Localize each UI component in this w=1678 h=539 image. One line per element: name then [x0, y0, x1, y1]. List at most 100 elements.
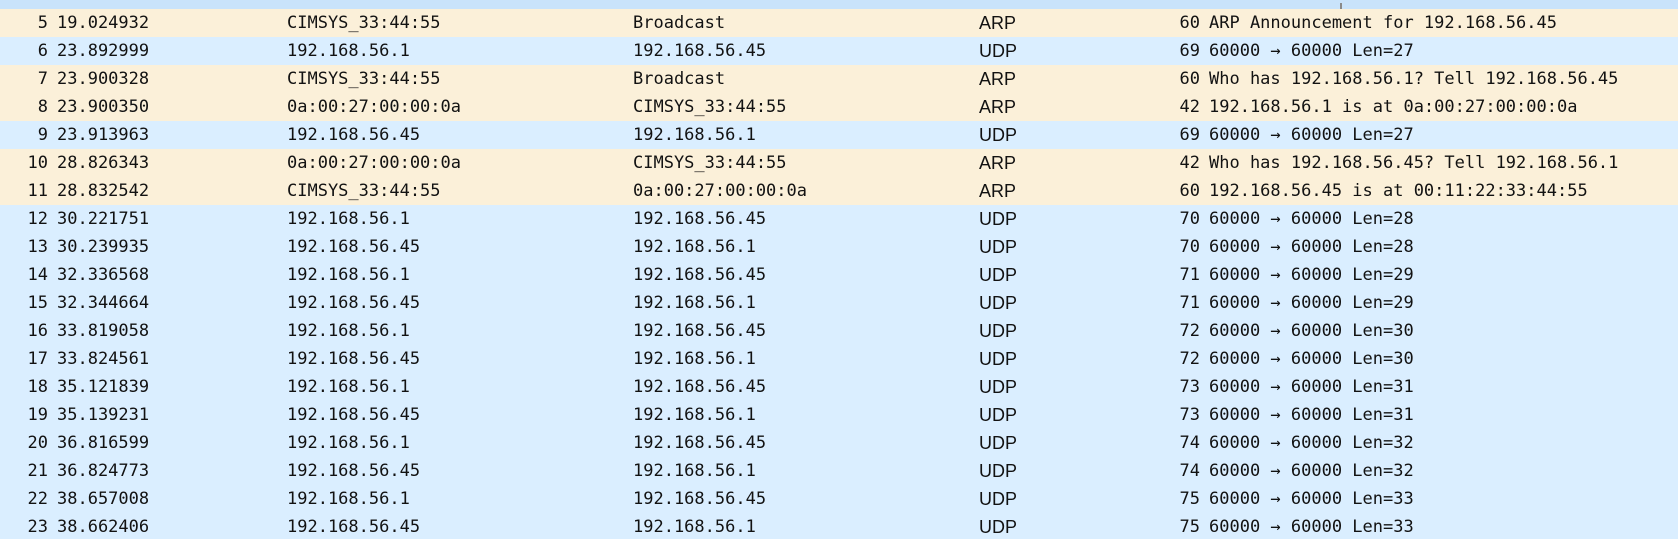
packet-protocol: UDP	[979, 405, 1018, 425]
packet-info: 60000 → 60000 Len=29	[1209, 293, 1414, 313]
packet-source: 192.168.56.45	[287, 125, 421, 145]
packet-protocol: UDP	[979, 321, 1018, 341]
packet-length: 70	[1179, 209, 1200, 229]
packet-row[interactable]: 23 38.662406 192.168.56.45 192.168.56.1 UDP 7…	[0, 513, 1678, 539]
packet-destination: 192.168.56.1	[633, 237, 756, 257]
packet-info: 192.168.56.45 is at 00:11:22:33:44:55	[1209, 181, 1588, 201]
packet-protocol: UDP	[979, 41, 1018, 61]
packet-time: 28.826343	[57, 153, 150, 173]
packet-number: 14	[27, 265, 48, 285]
packet-source: 192.168.56.1	[287, 377, 410, 397]
packet-number: 20	[27, 433, 48, 453]
packet-destination: 192.168.56.45	[633, 321, 767, 341]
packet-row[interactable]: 17 33.824561 192.168.56.45 192.168.56.1 UDP 7…	[0, 345, 1678, 373]
packet-number: 6	[37, 41, 48, 61]
packet-time: 23.900328	[57, 69, 150, 89]
packet-protocol: ARP	[979, 97, 1017, 117]
packet-row[interactable]: 7 23.900328 CIMSYS_33:44:55 Broadcast ARP 60 W…	[0, 65, 1678, 93]
packet-info: 60000 → 60000 Len=30	[1209, 321, 1414, 341]
packet-length: 60	[1179, 13, 1200, 33]
packet-row[interactable]: 10 28.826343 0a:00:27:00:00:0a CIMSYS_33:44…	[0, 149, 1678, 177]
packet-time: 35.139231	[57, 405, 150, 425]
packet-time: 28.832542	[57, 181, 150, 201]
packet-destination: 192.168.56.45	[633, 433, 767, 453]
packet-protocol: UDP	[979, 461, 1018, 481]
packet-row[interactable]: 18 35.121839 192.168.56.1 192.168.56.45 UDP 7…	[0, 373, 1678, 401]
packet-time: 38.657008	[57, 489, 150, 509]
packet-protocol: UDP	[979, 489, 1018, 509]
packet-destination: 192.168.56.45	[633, 41, 767, 61]
packet-row[interactable]: 9 23.913963 192.168.56.45 192.168.56.1 UDP 69…	[0, 121, 1678, 149]
packet-row[interactable]: 16 33.819058 192.168.56.1 192.168.56.45 UDP 7…	[0, 317, 1678, 345]
packet-number: 16	[27, 321, 48, 341]
packet-row[interactable]: 11 28.832542 CIMSYS_33:44:55 0a:00:27:00:00…	[0, 177, 1678, 205]
packet-source: 192.168.56.45	[287, 461, 421, 481]
packet-info: 60000 → 60000 Len=31	[1209, 377, 1414, 397]
packet-number: 11	[27, 181, 48, 201]
packet-length: 73	[1179, 405, 1200, 425]
packet-row[interactable]: 6 23.892999 192.168.56.1 192.168.56.45 UDP 69…	[0, 37, 1678, 65]
packet-destination: 192.168.56.45	[633, 377, 767, 397]
packet-row[interactable]: 8 23.900350 0a:00:27:00:00:0a CIMSYS_33:44:…	[0, 93, 1678, 121]
packet-time: 32.344664	[57, 293, 150, 313]
packet-protocol: UDP	[979, 125, 1018, 145]
packet-protocol: UDP	[979, 237, 1018, 257]
packet-source: 0a:00:27:00:00:0a	[287, 97, 461, 117]
packet-protocol: UDP	[979, 377, 1018, 397]
packet-row[interactable]: 5 19.024932 CIMSYS_33:44:55 Broadcast ARP 60 A…	[0, 9, 1678, 37]
packet-number: 12	[27, 209, 48, 229]
packet-row[interactable]: 20 36.816599 192.168.56.1 192.168.56.45 UDP 7…	[0, 429, 1678, 457]
packet-source: 192.168.56.45	[287, 293, 421, 313]
packet-time: 32.336568	[57, 265, 150, 285]
packet-info: 60000 → 60000 Len=27	[1209, 41, 1414, 61]
packet-time: 33.824561	[57, 349, 150, 369]
packet-length: 72	[1179, 321, 1200, 341]
packet-destination: 192.168.56.1	[633, 405, 756, 425]
packet-source: CIMSYS_33:44:55	[287, 13, 441, 33]
packet-source: 192.168.56.45	[287, 349, 421, 369]
packet-protocol: UDP	[979, 293, 1018, 313]
packet-protocol: UDP	[979, 349, 1018, 369]
packet-time: 23.913963	[57, 125, 150, 145]
packet-length: 69	[1179, 41, 1200, 61]
packet-time: 36.816599	[57, 433, 150, 453]
packet-destination: 192.168.56.1	[633, 125, 756, 145]
packet-number: 10	[27, 153, 48, 173]
packet-length: 74	[1179, 433, 1200, 453]
packet-row[interactable]: 13 30.239935 192.168.56.45 192.168.56.1 UDP 7…	[0, 233, 1678, 261]
packet-time: 38.662406	[57, 517, 150, 537]
packet-time: 35.121839	[57, 377, 150, 397]
packet-protocol: UDP	[979, 265, 1018, 285]
packet-length: 42	[1179, 153, 1200, 173]
packet-list[interactable]: 5 19.024932 CIMSYS_33:44:55 Broadcast ARP 60 A…	[0, 0, 1678, 539]
packet-row[interactable]: 19 35.139231 192.168.56.45 192.168.56.1 UDP 7…	[0, 401, 1678, 429]
packet-info: Who has 192.168.56.45? Tell 192.168.56.1	[1209, 153, 1619, 173]
packet-info: ARP Announcement for 192.168.56.45	[1209, 13, 1557, 33]
packet-number: 21	[27, 461, 48, 481]
packet-number: 8	[37, 97, 48, 117]
packet-row[interactable]: 12 30.221751 192.168.56.1 192.168.56.45 UDP 7…	[0, 205, 1678, 233]
packet-time: 19.024932	[57, 13, 150, 33]
packet-length: 70	[1179, 237, 1200, 257]
packet-info: 60000 → 60000 Len=32	[1209, 433, 1414, 453]
packet-info: 192.168.56.1 is at 0a:00:27:00:00:0a	[1209, 97, 1578, 117]
packet-number: 22	[27, 489, 48, 509]
packet-info: 60000 → 60000 Len=31	[1209, 405, 1414, 425]
packet-time: 33.819058	[57, 321, 150, 341]
packet-length: 42	[1179, 97, 1200, 117]
packet-row[interactable]: 22 38.657008 192.168.56.1 192.168.56.45 UDP 7…	[0, 485, 1678, 513]
packet-row[interactable]: 14 32.336568 192.168.56.1 192.168.56.45 UDP 7…	[0, 261, 1678, 289]
packet-number: 19	[27, 405, 48, 425]
packet-destination: 192.168.56.1	[633, 461, 756, 481]
packet-source: CIMSYS_33:44:55	[287, 181, 441, 201]
partial-row-clipped[interactable]	[0, 0, 1678, 9]
packet-destination: 192.168.56.1	[633, 349, 756, 369]
packet-number: 18	[27, 377, 48, 397]
packet-source: CIMSYS_33:44:55	[287, 69, 441, 89]
packet-time: 23.900350	[57, 97, 150, 117]
packet-time: 30.221751	[57, 209, 150, 229]
packet-destination: CIMSYS_33:44:55	[633, 153, 787, 173]
packet-number: 5	[37, 13, 48, 33]
packet-row[interactable]: 15 32.344664 192.168.56.45 192.168.56.1 UDP 7…	[0, 289, 1678, 317]
packet-row[interactable]: 21 36.824773 192.168.56.45 192.168.56.1 UDP 7…	[0, 457, 1678, 485]
